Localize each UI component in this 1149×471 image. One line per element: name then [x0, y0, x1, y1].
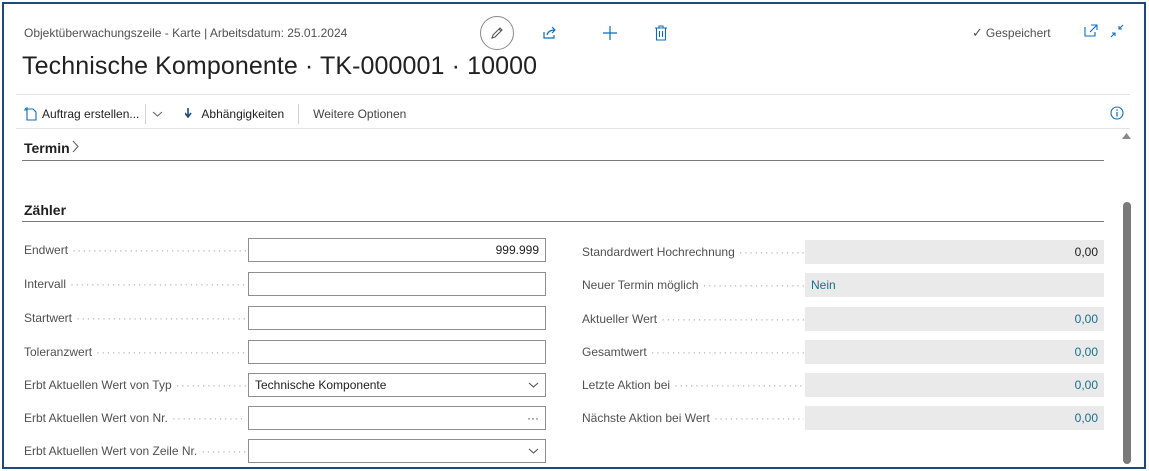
- naechste-aktion-value[interactable]: 0,00: [805, 406, 1104, 430]
- section-termin-underline: [22, 160, 1104, 161]
- chevron-right-icon: [72, 140, 80, 156]
- field-label: Nächste Aktion bei Wert: [582, 411, 710, 425]
- gesamtwert-value[interactable]: 0,00: [805, 340, 1104, 364]
- chevron-down-icon[interactable]: [152, 110, 167, 118]
- section-termin-title: Termin: [24, 140, 70, 156]
- erbt-typ-select[interactable]: Technische Komponente: [248, 373, 546, 397]
- aktueller-wert-value[interactable]: 0,00: [805, 307, 1104, 331]
- more-options-button[interactable]: Weitere Optionen: [313, 107, 406, 121]
- field-label: Standardwert Hochrechnung: [582, 245, 735, 259]
- field-label: Erbt Aktuellen Wert von Typ: [24, 378, 172, 392]
- neuer-termin-value: Nein: [805, 273, 1104, 297]
- startwert-input[interactable]: [248, 306, 546, 330]
- trash-icon[interactable]: [654, 25, 668, 41]
- field-row-erbt-nr: Erbt Aktuellen Wert von Nr. ·············…: [24, 411, 246, 425]
- letzte-aktion-value[interactable]: 0,00: [805, 373, 1104, 397]
- saved-status: ✓ Gespeichert: [972, 25, 1051, 41]
- create-order-button[interactable]: Auftrag erstellen...: [24, 107, 139, 121]
- field-label: Gesamtwert: [582, 345, 647, 359]
- create-order-label: Auftrag erstellen...: [42, 107, 140, 121]
- field-row-erbt-typ: Erbt Aktuellen Wert von Typ ·············…: [24, 378, 246, 392]
- endwert-input[interactable]: 999.999: [248, 238, 546, 262]
- info-icon[interactable]: [1110, 106, 1124, 125]
- field-label: Endwert: [24, 243, 69, 257]
- arrow-down-icon: [185, 108, 193, 119]
- header-divider: [16, 94, 1130, 95]
- saved-label: Gespeichert: [985, 26, 1051, 40]
- divider: [298, 104, 300, 124]
- intervall-input[interactable]: [248, 272, 546, 296]
- field-row-toleranzwert: Toleranzwert ····························…: [24, 345, 246, 359]
- field-row-intervall: Intervall ·······························…: [24, 277, 246, 291]
- field-label: Letzte Aktion bei: [582, 378, 671, 392]
- field-row-standardwert: Standardwert Hochrechnung···············…: [582, 245, 804, 259]
- field-row-startwert: Startwert ·······························…: [24, 311, 246, 325]
- page-title: Technische Komponente · TK-000001 · 1000…: [22, 52, 538, 80]
- field-row-gesamtwert: Gesamtwert······························…: [582, 345, 804, 359]
- card-page: Objektüberwachungszeile - Karte | Arbeit…: [2, 2, 1146, 469]
- scrollbar-thumb[interactable]: [1123, 202, 1131, 464]
- chevron-down-icon: [528, 378, 539, 392]
- divider: [145, 104, 147, 124]
- pencil-icon[interactable]: [480, 16, 514, 50]
- field-label: Erbt Aktuellen Wert von Nr.: [24, 411, 168, 425]
- open-in-new-window-icon[interactable]: [1084, 24, 1098, 43]
- section-termin-header[interactable]: Termin: [24, 140, 80, 156]
- chevron-down-icon: [528, 444, 539, 458]
- top-action-group: [480, 16, 668, 50]
- dependencies-button[interactable]: Abhängigkeiten: [185, 107, 284, 121]
- section-zaehler-header[interactable]: Zähler: [24, 202, 66, 218]
- section-zaehler-underline: [22, 221, 1104, 222]
- field-row-endwert: Endwert ·································…: [24, 243, 246, 257]
- field-row-naechste-aktion: Nächste Aktion bei Wert ·················…: [582, 411, 804, 425]
- field-label: Aktueller Wert: [582, 312, 658, 326]
- field-row-erbt-zeile: Erbt Aktuellen Wert von Zeile Nr. ·······…: [24, 444, 246, 458]
- new-document-icon: [24, 107, 37, 121]
- field-row-aktueller-wert: Aktueller Wert ··························…: [582, 312, 804, 326]
- actionbar-divider: [16, 128, 1130, 129]
- share-icon[interactable]: [542, 25, 558, 41]
- section-zaehler-title: Zähler: [24, 202, 67, 218]
- more-options-label: Weitere Optionen: [313, 107, 407, 121]
- action-bar: Auftrag erstellen... Abhängigkeiten Weit…: [24, 104, 406, 124]
- dependencies-label: Abhängigkeiten: [201, 107, 285, 121]
- field-label: Toleranzwert: [24, 345, 93, 359]
- field-row-neuer-termin: Neuer Termin möglich····················…: [582, 278, 804, 292]
- field-label: Erbt Aktuellen Wert von Zeile Nr.: [24, 444, 198, 458]
- select-value: Technische Komponente: [255, 378, 387, 392]
- erbt-zeile-select[interactable]: [248, 439, 546, 463]
- standardwert-value: 0,00: [805, 240, 1104, 264]
- breadcrumb: Objektüberwachungszeile - Karte | Arbeit…: [24, 26, 348, 40]
- erbt-nr-lookup[interactable]: ···: [248, 406, 546, 430]
- toleranzwert-input[interactable]: [248, 340, 546, 364]
- field-label: Startwert: [24, 311, 73, 325]
- plus-icon[interactable]: [602, 25, 618, 41]
- field-label: Neuer Termin möglich: [582, 278, 699, 292]
- field-row-letzte-aktion: Letzte Aktion bei ·······················…: [582, 378, 804, 392]
- checkmark-icon: ✓: [972, 25, 983, 40]
- scroll-up-arrow-icon[interactable]: [1122, 132, 1131, 141]
- collapse-icon[interactable]: [1110, 24, 1124, 43]
- field-label: Intervall: [24, 277, 67, 291]
- ellipsis-icon[interactable]: ···: [527, 411, 539, 425]
